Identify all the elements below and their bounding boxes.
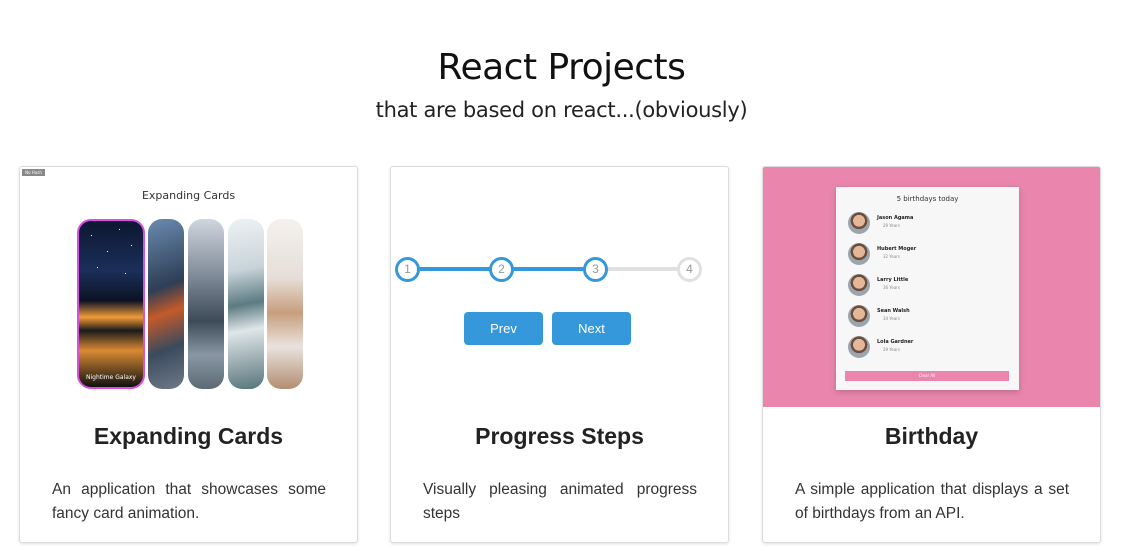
birthday-person: Hubert Moger 32 Years	[848, 243, 1008, 267]
birthday-person: Lola Gardner 29 Years	[848, 336, 1008, 360]
expanding-panel	[267, 219, 303, 389]
preview-heading: Expanding Cards	[141, 189, 236, 202]
avatar	[848, 274, 870, 296]
page-title: React Projects	[437, 47, 686, 88]
progress-step: 2	[489, 257, 514, 282]
avatar	[848, 336, 870, 358]
next-button[interactable]: Next	[552, 312, 631, 345]
person-age: 36 Years	[883, 285, 900, 290]
project-preview-image: 1 2 3 4 Prev Next	[391, 167, 728, 407]
birthday-heading: 5 birthdays today	[896, 195, 959, 203]
expanding-panel	[228, 219, 264, 389]
prev-button[interactable]: Prev	[464, 312, 543, 345]
person-age: 32 Years	[883, 254, 900, 259]
project-preview-image: 5 birthdays today Jason Agama 29 Years H…	[763, 167, 1100, 407]
progress-step: 3	[583, 257, 608, 282]
card-title[interactable]: Birthday	[763, 423, 1100, 450]
card-title[interactable]: Expanding Cards	[20, 423, 357, 450]
expanding-panel	[188, 219, 224, 389]
person-name: Lola Gardner	[877, 339, 914, 345]
person-age: 29 Years	[883, 347, 900, 352]
person-name: Sean Walsh	[877, 308, 910, 314]
progress-step: 4	[677, 257, 702, 282]
birthday-person: Larry Little 36 Years	[848, 274, 1008, 298]
progress-step: 1	[395, 257, 420, 282]
card-description: Visually pleasing animated progress step…	[423, 481, 697, 522]
card-title[interactable]: Progress Steps	[391, 423, 728, 450]
panel-caption: Nightime Galaxy	[85, 374, 136, 381]
person-name: Larry Little	[877, 277, 909, 283]
preview-badge: No Hash	[22, 169, 45, 176]
avatar	[848, 212, 870, 234]
progress-bar-track	[595, 267, 689, 271]
card-description: An application that showcases some fancy…	[52, 481, 326, 522]
avatar	[848, 305, 870, 327]
clear-all-button: Clear All	[845, 371, 1009, 381]
page-header: React Projects that are based on react..…	[0, 44, 1123, 126]
person-name: Hubert Moger	[877, 246, 917, 252]
birthday-person: Sean Walsh 34 Years	[848, 305, 1008, 329]
page-subtitle: that are based on react...(obviously)	[375, 98, 748, 122]
person-age: 29 Years	[883, 223, 900, 228]
birthday-person: Jason Agama 29 Years	[848, 212, 1008, 236]
project-card-progress-steps[interactable]: 1 2 3 4 Prev Next Progress Steps Visuall…	[390, 166, 729, 543]
birthday-list-panel: 5 birthdays today Jason Agama 29 Years H…	[836, 187, 1019, 390]
person-age: 34 Years	[883, 316, 900, 321]
project-card-expanding-cards[interactable]: No Hash Expanding Cards Nightime Galaxy …	[19, 166, 358, 543]
avatar	[848, 243, 870, 265]
expanding-panel	[148, 219, 184, 389]
project-card-birthday[interactable]: 5 birthdays today Jason Agama 29 Years H…	[762, 166, 1101, 543]
project-preview-image: No Hash Expanding Cards Nightime Galaxy	[20, 167, 357, 407]
card-description: A simple application that displays a set…	[795, 481, 1069, 522]
expanding-panel-active: Nightime Galaxy	[77, 219, 145, 389]
person-name: Jason Agama	[877, 215, 914, 221]
